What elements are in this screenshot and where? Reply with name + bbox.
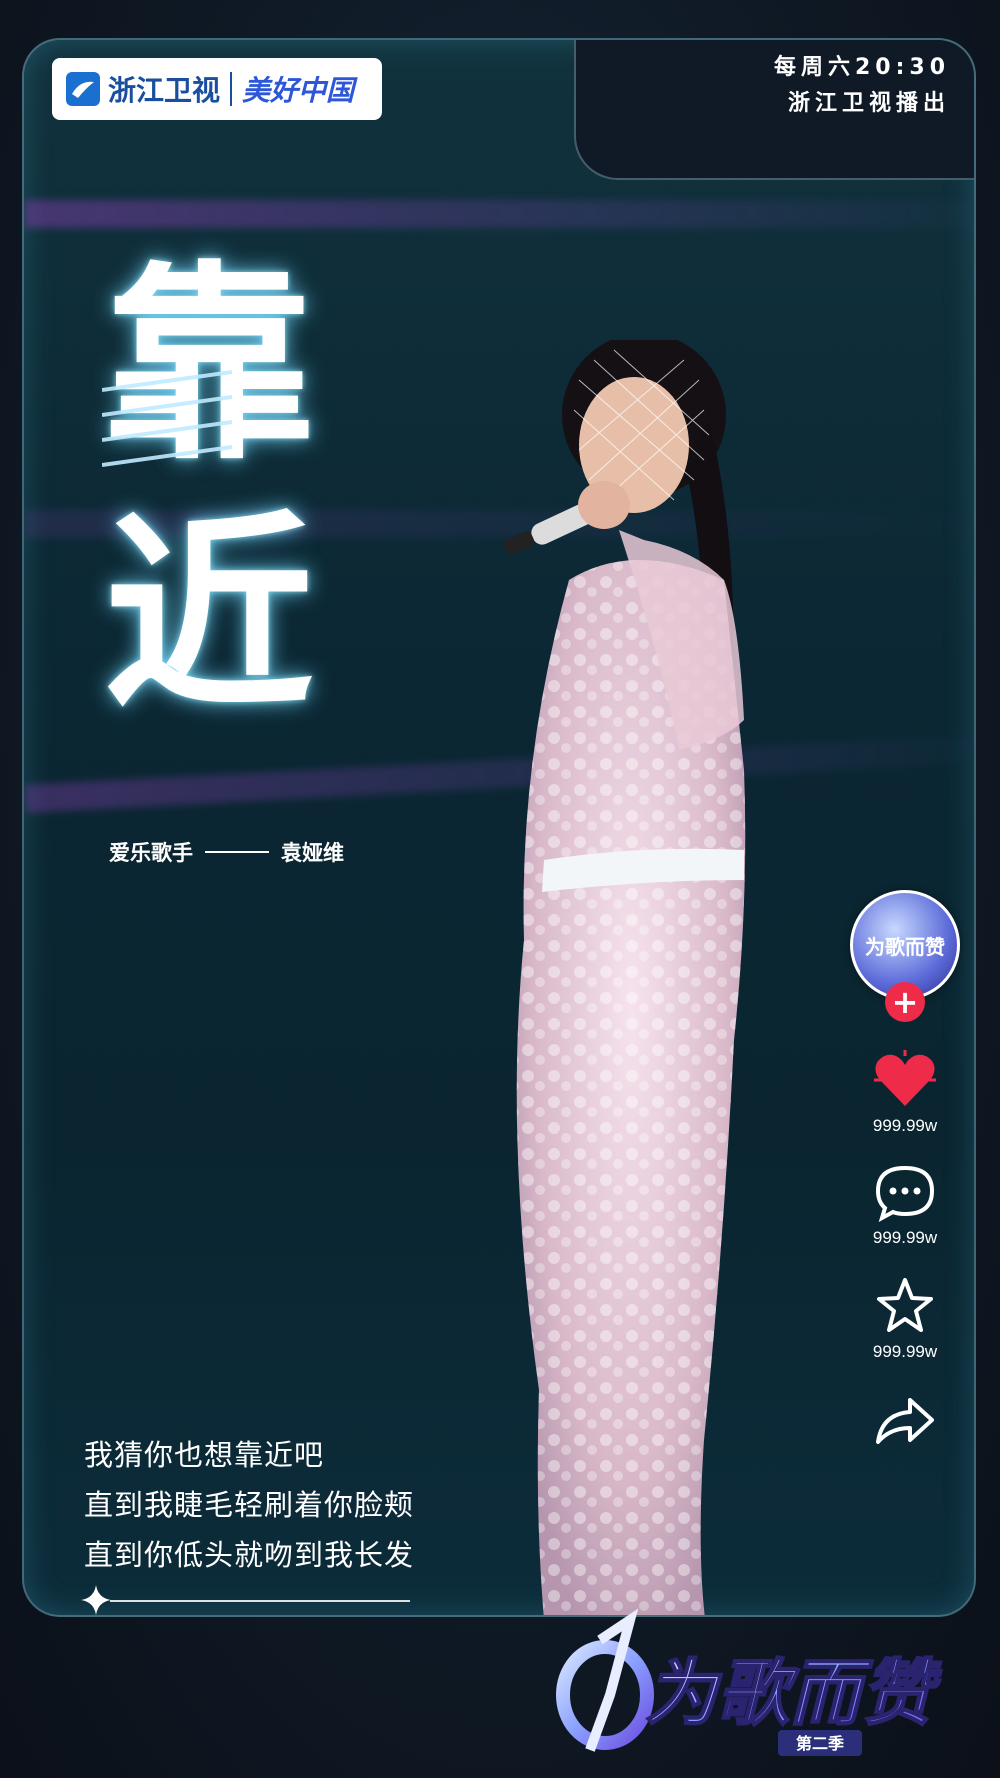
lyric-line-2: 直到我睫毛轻刷着你脸颊 bbox=[84, 1488, 415, 1522]
credit-dash bbox=[205, 851, 269, 853]
lyrics-block: 我猜你也想靠近吧 直到我睫毛轻刷着你脸颊 直到你低头就吻到我长发 bbox=[84, 1430, 414, 1580]
singer-prefix: 爱乐歌手 bbox=[109, 841, 193, 865]
lyric-line-3: 直到你低头就吻到我长发 bbox=[84, 1538, 415, 1572]
star-icon[interactable] bbox=[874, 1276, 936, 1336]
channel-name: 浙江卫视 bbox=[108, 74, 221, 107]
show-logo: 为歌而赞 第二季 bbox=[556, 1608, 943, 1756]
singer-name: 袁娅维 bbox=[281, 841, 344, 865]
follow-button[interactable]: + bbox=[885, 982, 925, 1022]
title-stripes bbox=[102, 370, 232, 467]
zhejiang-tv-logo-icon bbox=[66, 72, 100, 106]
like-count: 999.99w bbox=[872, 1116, 938, 1135]
like-action[interactable]: 999.99w bbox=[872, 1050, 938, 1136]
season-label: 第二季 bbox=[796, 1734, 845, 1753]
action-column: 为歌而赞 + 999.99w 999.99w 999.99w bbox=[845, 890, 965, 1446]
schedule-channel: 浙江卫视播出 bbox=[787, 91, 950, 116]
stage-light-top bbox=[24, 200, 974, 228]
logo-separator bbox=[230, 72, 233, 106]
song-title: 靠 近 bbox=[104, 240, 324, 740]
song-title-char-2: 近 bbox=[104, 491, 315, 738]
heart-icon[interactable] bbox=[872, 1050, 938, 1110]
singer-photo bbox=[503, 340, 746, 1615]
air-schedule: 每周六20:30 浙江卫视播出 bbox=[774, 50, 950, 122]
comment-action[interactable]: 999.99w bbox=[873, 1164, 937, 1248]
share-icon[interactable] bbox=[874, 1396, 936, 1446]
sparkle-icon bbox=[81, 1585, 111, 1615]
lyric-divider bbox=[110, 1600, 410, 1602]
favorite-action[interactable]: 999.99w bbox=[873, 1276, 937, 1362]
comment-count: 999.99w bbox=[872, 1228, 938, 1247]
schedule-time: 每周六20:30 bbox=[773, 55, 950, 80]
comment-icon[interactable] bbox=[874, 1164, 936, 1222]
share-action[interactable] bbox=[874, 1396, 936, 1446]
show-name: 为歌而赞 bbox=[645, 1651, 942, 1735]
poster-card: 靠 近 爱乐歌手 袁娅维 我猜你也想靠近吧 直到我睫毛轻刷着你脸颊 直到你低头就… bbox=[22, 38, 976, 1617]
lyric-line-1: 我猜你也想靠近吧 bbox=[84, 1438, 325, 1472]
channel-logo: 浙江卫视 美好中国 bbox=[52, 58, 382, 120]
singer-credit: 爱乐歌手 袁娅维 bbox=[109, 837, 344, 867]
channel-slogan: 美好中国 bbox=[242, 74, 355, 107]
favorite-count: 999.99w bbox=[872, 1342, 938, 1361]
